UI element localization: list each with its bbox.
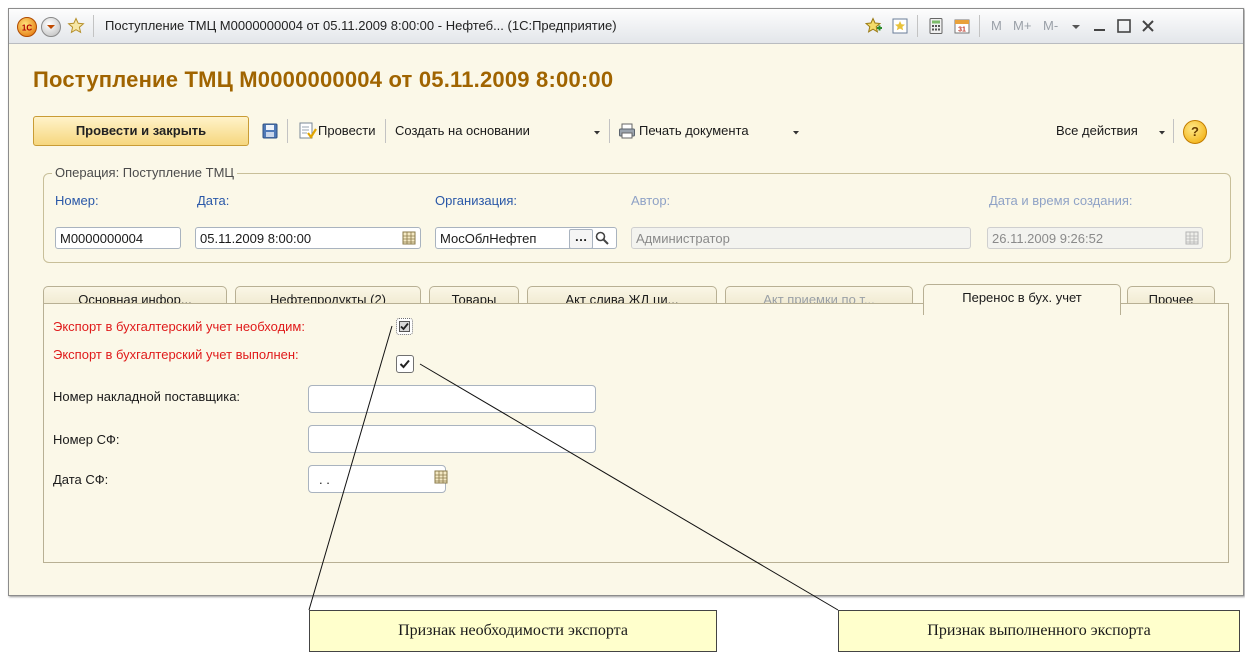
callout-export-done: Признак выполненного экспорта [838,610,1240,652]
callout-export-required: Признак необходимости экспорта [309,610,717,652]
callout-pointers [308,325,839,611]
callout-pointer-line [419,363,839,611]
callout-pointer-line [308,325,393,611]
